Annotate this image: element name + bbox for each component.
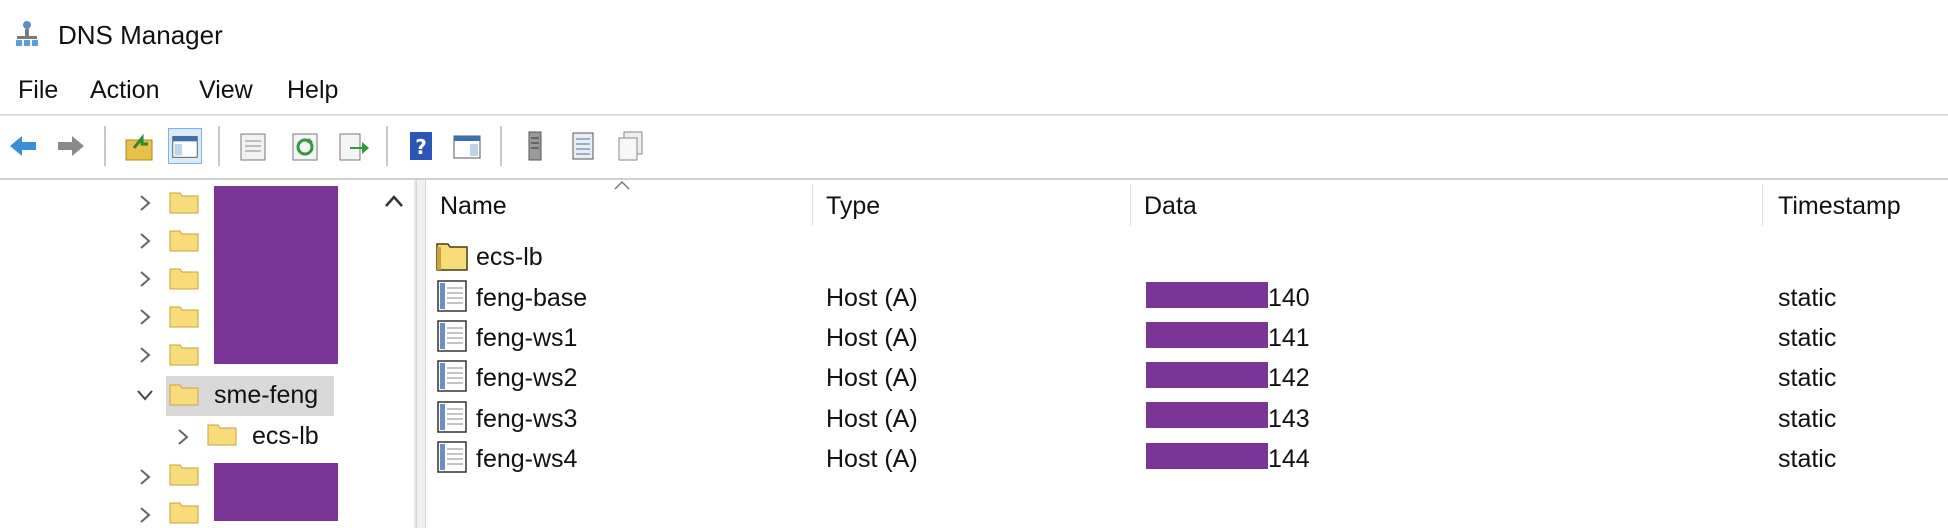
- export-list-icon[interactable]: [336, 128, 370, 164]
- toolbar-separator: [104, 126, 106, 166]
- sort-ascending-icon: [614, 180, 630, 190]
- list-item-name[interactable]: feng-ws4: [476, 445, 577, 474]
- list-item-name[interactable]: feng-ws2: [476, 364, 577, 393]
- list-item-type: Host (A): [826, 364, 918, 392]
- list-item-timestamp: static: [1778, 445, 1837, 473]
- records-list: [426, 180, 1948, 528]
- redacted-ip: [1146, 402, 1268, 428]
- chevron-right-icon[interactable]: [136, 506, 154, 524]
- tree-item-sme-feng[interactable]: sme-feng: [214, 381, 318, 410]
- menu-bar: File Action View Help: [0, 72, 1948, 114]
- folder-icon: [436, 243, 468, 271]
- tree-pane: [0, 180, 416, 528]
- chevron-right-icon[interactable]: [136, 270, 154, 288]
- column-header-type[interactable]: Type: [826, 192, 880, 221]
- forward-icon[interactable]: [54, 128, 88, 164]
- svg-text:?: ?: [415, 135, 427, 159]
- redacted-tree-labels: [214, 463, 338, 521]
- list-item-data: 140: [1268, 284, 1310, 312]
- properties-icon[interactable]: [236, 128, 270, 164]
- folder-icon: [169, 306, 199, 328]
- toolbar-separator: [500, 126, 502, 166]
- menu-file[interactable]: File: [18, 76, 58, 105]
- record-icon: [437, 280, 467, 312]
- column-header-timestamp[interactable]: Timestamp: [1778, 192, 1901, 221]
- record-icon: [437, 320, 467, 352]
- chevron-down-icon[interactable]: [136, 386, 154, 404]
- menu-view[interactable]: View: [199, 76, 253, 105]
- show-action-pane-icon[interactable]: [450, 128, 484, 164]
- tree-item-ecs-lb[interactable]: ecs-lb: [252, 422, 319, 451]
- scroll-up-icon[interactable]: [374, 184, 414, 218]
- pane-splitter[interactable]: [416, 180, 426, 528]
- folder-icon: [169, 464, 199, 486]
- chevron-right-icon[interactable]: [136, 308, 154, 326]
- back-icon[interactable]: [6, 128, 40, 164]
- folder-icon: [169, 502, 199, 524]
- chevron-right-icon[interactable]: [136, 194, 154, 212]
- list-item-timestamp: static: [1778, 364, 1837, 392]
- column-divider[interactable]: [1130, 184, 1131, 226]
- folder-icon: [169, 344, 199, 366]
- folder-icon: [169, 384, 199, 406]
- toolbar-separator: [218, 126, 220, 166]
- toolbar: ?: [0, 118, 1948, 178]
- chevron-right-icon[interactable]: [174, 428, 192, 446]
- chevron-right-icon[interactable]: [136, 346, 154, 364]
- redacted-ip: [1146, 282, 1268, 308]
- column-header-name[interactable]: Name: [440, 192, 507, 221]
- refresh-icon[interactable]: [288, 128, 322, 164]
- column-header-data[interactable]: Data: [1144, 192, 1197, 221]
- list-item-name[interactable]: feng-ws3: [476, 405, 577, 434]
- folder-icon: [169, 192, 199, 214]
- list-item-data: 141: [1268, 324, 1310, 352]
- menu-help[interactable]: Help: [287, 76, 338, 105]
- server-icon[interactable]: [518, 128, 552, 164]
- help-icon[interactable]: ?: [404, 128, 438, 164]
- menu-separator: [0, 114, 1948, 116]
- column-divider[interactable]: [1762, 184, 1763, 226]
- list-item-type: Host (A): [826, 284, 918, 312]
- column-divider[interactable]: [812, 184, 813, 226]
- folder-icon: [207, 424, 237, 446]
- list-item-data: 143: [1268, 405, 1310, 433]
- list-item-data: 142: [1268, 364, 1310, 392]
- redacted-ip: [1146, 362, 1268, 388]
- list-item-timestamp: static: [1778, 405, 1837, 433]
- dns-manager-icon: [16, 21, 38, 46]
- record-icon: [437, 360, 467, 392]
- window-title: DNS Manager: [58, 20, 223, 50]
- list-item-type: Host (A): [826, 324, 918, 352]
- record-icon: [437, 401, 467, 433]
- list-item-timestamp: static: [1778, 324, 1837, 352]
- menu-action[interactable]: Action: [90, 76, 159, 105]
- redacted-tree-labels: [214, 186, 338, 364]
- toolbar-separator: [386, 126, 388, 166]
- list-item-timestamp: static: [1778, 284, 1837, 312]
- chevron-right-icon[interactable]: [136, 468, 154, 486]
- redacted-ip: [1146, 443, 1268, 469]
- copy-icon[interactable]: [614, 128, 648, 164]
- up-level-icon[interactable]: [122, 128, 156, 164]
- list-item-name[interactable]: ecs-lb: [476, 243, 543, 272]
- list-item-data: 144: [1268, 445, 1310, 473]
- records-list-icon[interactable]: [566, 128, 600, 164]
- chevron-right-icon[interactable]: [136, 232, 154, 250]
- list-item-name[interactable]: feng-base: [476, 284, 587, 313]
- record-icon: [437, 441, 467, 473]
- title-bar: DNS Manager: [0, 0, 1948, 66]
- redacted-ip: [1146, 322, 1268, 348]
- list-item-type: Host (A): [826, 445, 918, 473]
- list-item-name[interactable]: feng-ws1: [476, 324, 577, 353]
- folder-icon: [169, 230, 199, 252]
- list-item-type: Host (A): [826, 405, 918, 433]
- folder-icon: [169, 268, 199, 290]
- show-hide-tree-icon[interactable]: [168, 128, 202, 164]
